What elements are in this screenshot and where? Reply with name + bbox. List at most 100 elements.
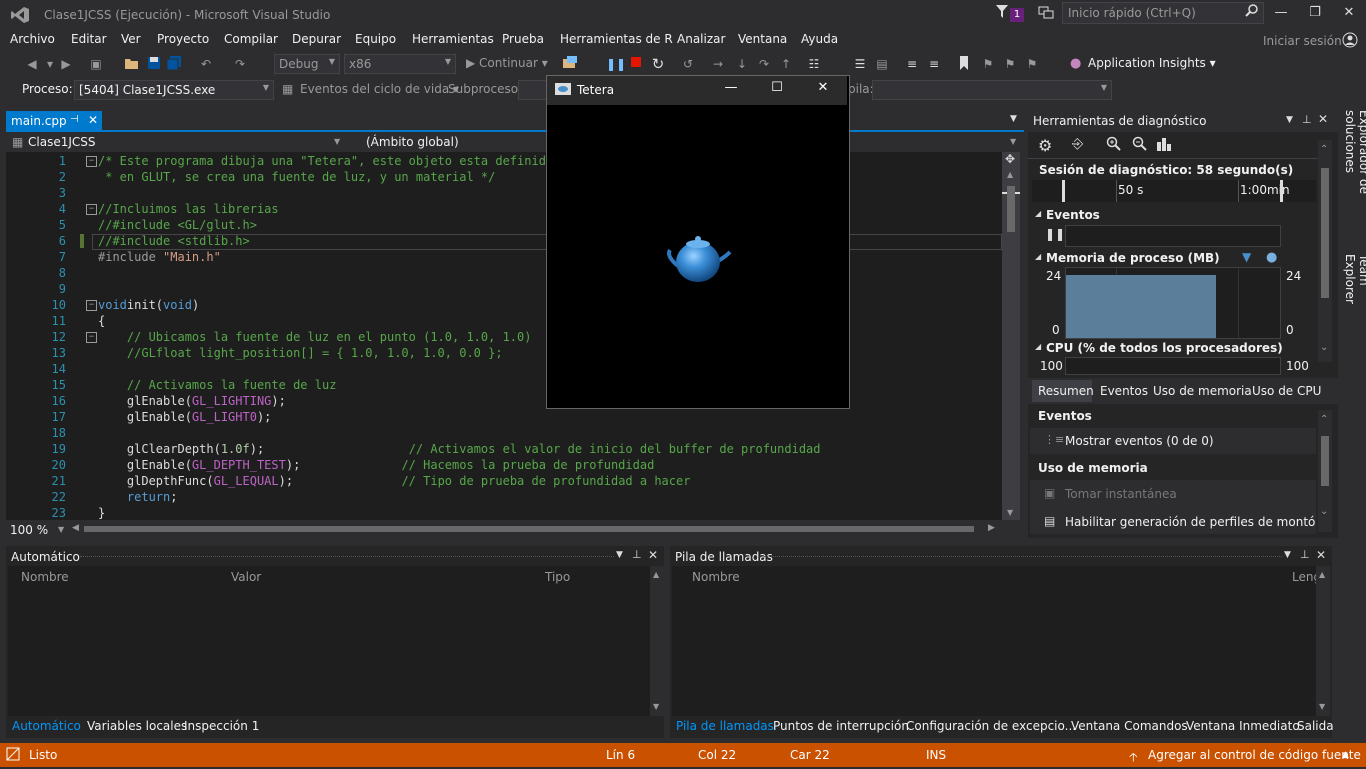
step-over-icon[interactable]: ↓	[734, 56, 750, 72]
fold-toggle-icon[interactable]: −	[86, 332, 97, 343]
menu-herramientas[interactable]: Herramientas	[412, 32, 494, 46]
code-line[interactable]: {	[98, 314, 105, 328]
save-all-icon[interactable]	[166, 56, 182, 72]
menu-analizar[interactable]: Analizar	[677, 32, 725, 46]
heap-profiling-checkbox[interactable]: Habilitar generación de perfiles de mont…	[1065, 515, 1315, 529]
panel-menu-icon[interactable]: ▼	[1286, 115, 1293, 125]
menu-prueba[interactable]: Prueba	[502, 32, 544, 46]
menu-depurar[interactable]: Depurar	[292, 32, 341, 46]
pin-icon[interactable]: ⊣	[70, 114, 79, 125]
collapse-events-icon[interactable]: ◢	[1035, 209, 1041, 218]
account-icon[interactable]	[1342, 32, 1358, 48]
tab-puntos-interrupcion[interactable]: Puntos de interrupción	[773, 719, 909, 733]
tab-salida[interactable]: Salida	[1297, 719, 1334, 733]
code-line[interactable]: /* Este programa dibuja una "Tetera", es…	[98, 154, 553, 168]
code-editor[interactable]: 1−/* Este programa dibuja una "Tetera", …	[6, 152, 1002, 520]
project-navigation-select[interactable]: ▦ Clase1JCSS ▼	[6, 133, 346, 151]
thread-select[interactable]	[518, 80, 548, 100]
sign-in-link[interactable]: Iniciar sesión	[1263, 34, 1342, 48]
call-stack-close-icon[interactable]: ✕	[1316, 548, 1326, 562]
autos-grid[interactable]: Nombre Valor Tipo	[8, 566, 650, 716]
stack-frame-select[interactable]: ▼	[872, 80, 1112, 100]
cpu-graph[interactable]	[1065, 357, 1281, 375]
tab-overflow-icon[interactable]: ▼	[1010, 114, 1017, 124]
step-out-icon[interactable]: ↑	[778, 56, 794, 72]
process-icon[interactable]	[562, 56, 578, 72]
code-line[interactable]: //Incluimos las librerias	[98, 202, 279, 216]
comment-icon[interactable]: ≡	[904, 56, 920, 72]
autos-col-type[interactable]: Tipo	[545, 570, 570, 584]
application-insights-button[interactable]: Application Insights ▾	[1088, 56, 1216, 70]
fold-toggle-icon[interactable]: −	[86, 300, 97, 311]
code-line[interactable]: //GLfloat light_position[] = { 1.0, 1.0,…	[98, 346, 503, 360]
tab-solution-explorer[interactable]: Explorador de soluciones	[1341, 110, 1366, 248]
diag-bottom-scroll-thumb[interactable]	[1321, 436, 1329, 486]
notification-count-badge[interactable]: 1	[1010, 8, 1024, 22]
undo-icon[interactable]: ↶	[198, 56, 214, 72]
show-events-row[interactable]: ⋮≡ Mostrar eventos (0 de 0)	[1030, 428, 1316, 454]
show-next-statement-icon[interactable]: ↺	[680, 56, 696, 72]
autos-pin-icon[interactable]: ⊥	[632, 548, 642, 561]
autos-menu-icon[interactable]: ▼	[616, 550, 623, 560]
bookmark-icon[interactable]	[956, 56, 972, 72]
zoom-select[interactable]: 100 % ▼	[6, 521, 68, 537]
tab-ventana-comandos[interactable]: Ventana Comandos	[1071, 719, 1188, 733]
feedback-icon[interactable]	[1038, 6, 1054, 20]
editor-vertical-scrollbar[interactable]: ✥ ▲ ▼	[1002, 152, 1020, 520]
windows-icon[interactable]: ▤	[874, 56, 890, 72]
menu-editar[interactable]: Editar	[71, 32, 107, 46]
split-editor-icon[interactable]: ✥	[1005, 152, 1015, 166]
menu-ventana[interactable]: Ventana	[738, 32, 787, 46]
select-tools-icon[interactable]: ⎆	[1072, 136, 1083, 152]
scroll-down-icon[interactable]: ▼	[1007, 508, 1013, 517]
tab-resumen[interactable]: Resumen	[1032, 380, 1094, 402]
tab-team-explorer[interactable]: Team Explorer	[1341, 254, 1366, 334]
clear-bookmarks-icon[interactable]: ⚑	[1024, 56, 1040, 72]
code-line[interactable]: // Ubicamos la fuente de luz en el punto…	[98, 330, 532, 344]
break-events-icon[interactable]: ❚❚	[1045, 227, 1065, 241]
code-line[interactable]: // Activamos la fuente de luz	[98, 378, 337, 392]
zoom-in-icon[interactable]	[1106, 136, 1122, 156]
platform-select[interactable]: x86 ▼	[344, 54, 456, 74]
tab-configuracion-excepciones[interactable]: Configuración de excepcio...	[906, 719, 1076, 733]
configuration-select[interactable]: Debug ▼	[274, 54, 340, 74]
process-select[interactable]: [5404] Clase1JCSS.exe ▼	[74, 80, 274, 100]
tab-inspeccion-1[interactable]: Inspección 1	[184, 719, 259, 733]
scroll-right-icon[interactable]: ▶	[988, 523, 995, 533]
autos-scrollbar[interactable]: ▲ ▼	[650, 566, 664, 716]
tetera-title-bar[interactable]: Tetera — ☐ ✕	[547, 76, 847, 105]
tetera-maximize-button[interactable]: ☐	[763, 80, 791, 95]
tab-main-cpp[interactable]: main.cpp ⊣ ✕	[6, 111, 102, 131]
reset-view-icon[interactable]	[1156, 136, 1172, 155]
code-line[interactable]: glClearDepth(1.0f); // Activamos el valo…	[98, 442, 821, 456]
code-line[interactable]: glEnable(GL_LIGHT0);	[98, 410, 272, 424]
tetera-close-button[interactable]: ✕	[809, 80, 837, 95]
tab-uso-cpu[interactable]: Uso de CPU	[1252, 384, 1321, 398]
back-dropdown-icon[interactable]: ▾	[42, 56, 58, 72]
call-stack-grid[interactable]: Nombre Leng	[672, 566, 1316, 716]
code-line[interactable]: return;	[98, 490, 178, 504]
collapse-cpu-icon[interactable]: ◢	[1035, 342, 1041, 351]
code-line[interactable]: * en GLUT, se crea una fuente de luz, y …	[98, 170, 495, 184]
tab-uso-memoria[interactable]: Uso de memoria	[1153, 384, 1252, 398]
menu-ayuda[interactable]: Ayuda	[801, 32, 838, 46]
thread-icon[interactable]: ☰	[852, 56, 868, 72]
menu-herramientas-r[interactable]: Herramientas de R	[560, 32, 673, 46]
step-over2-icon[interactable]: ↷	[756, 56, 772, 72]
autos-close-icon[interactable]: ✕	[648, 548, 658, 562]
open-file-icon[interactable]	[124, 56, 140, 72]
source-control-chevron-icon[interactable]: ▲	[1342, 750, 1349, 760]
step-into-icon[interactable]: →	[710, 56, 726, 72]
save-icon[interactable]	[146, 56, 162, 72]
new-project-icon[interactable]: ▣	[88, 56, 104, 72]
autos-col-name[interactable]: Nombre	[21, 570, 69, 584]
tab-variables-locales[interactable]: Variables locales	[87, 719, 187, 733]
horizontal-scroll-thumb[interactable]	[84, 526, 974, 532]
timeline-start-handle[interactable]	[1062, 180, 1065, 202]
code-line[interactable]: voidinit(void)	[98, 298, 199, 312]
close-button[interactable]: ✕	[1332, 0, 1366, 26]
diag-bottom-scrollbar[interactable]: ⌃ ⌄	[1318, 410, 1332, 532]
autos-col-value[interactable]: Valor	[231, 570, 261, 584]
notifications-flag-icon[interactable]	[996, 5, 1008, 19]
redo-icon[interactable]: ↷	[232, 56, 248, 72]
